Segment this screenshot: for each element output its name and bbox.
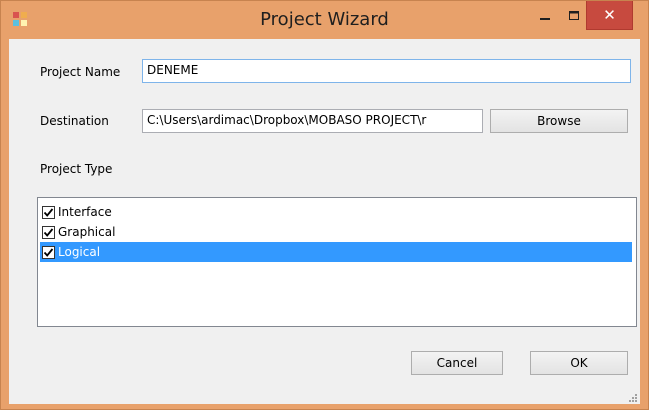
checkbox-logical[interactable] [42, 245, 55, 259]
resize-grip[interactable] [628, 392, 638, 402]
project-name-label: Project Name [40, 65, 121, 79]
close-icon: ✕ [603, 6, 616, 24]
resize-grip-icon [629, 394, 637, 402]
destination-label: Destination [40, 114, 109, 128]
title-bar[interactable]: Project Wizard ✕ [1, 1, 648, 39]
list-item-label: Graphical [58, 225, 116, 239]
project-type-label: Project Type [40, 162, 113, 176]
checkmark-icon [43, 207, 54, 217]
list-item-label: Interface [58, 205, 112, 219]
maximize-icon [569, 10, 579, 20]
destination-input[interactable]: C:\Users\ardimac\Dropbox\MOBASO PROJECT\… [142, 109, 483, 133]
project-type-list[interactable]: Interface Graphical Logical [37, 197, 637, 327]
checkmark-icon [43, 227, 54, 237]
cancel-button[interactable]: Cancel [411, 351, 503, 375]
minimize-button[interactable] [531, 1, 559, 30]
list-item-label: Logical [58, 245, 101, 259]
close-button[interactable]: ✕ [586, 1, 633, 30]
project-wizard-window: Project Wizard ✕ Project Name DENEME Des… [0, 0, 649, 410]
checkbox-graphical[interactable] [42, 225, 55, 239]
list-item-interface[interactable]: Interface [40, 202, 632, 222]
list-item-logical[interactable]: Logical [40, 242, 632, 262]
maximize-button[interactable] [560, 1, 588, 30]
browse-button[interactable]: Browse [490, 109, 628, 133]
ok-button[interactable]: OK [530, 351, 628, 375]
list-item-graphical[interactable]: Graphical [40, 222, 632, 242]
checkmark-icon [43, 247, 54, 257]
minimize-icon [540, 17, 550, 20]
dialog-body: Project Name DENEME Destination C:\Users… [9, 39, 640, 404]
project-name-input[interactable]: DENEME [142, 59, 631, 83]
checkbox-interface[interactable] [42, 205, 55, 219]
